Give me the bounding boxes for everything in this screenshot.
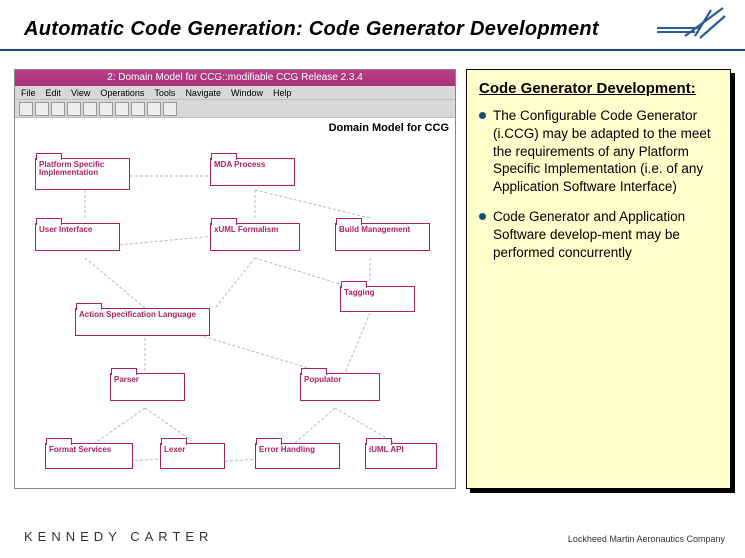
package-api[interactable]: iUML API — [365, 443, 437, 469]
slide-title: Automatic Code Generation: Code Generato… — [24, 18, 721, 41]
menu-edit[interactable]: Edit — [46, 88, 62, 98]
menu-navigate[interactable]: Navigate — [185, 88, 221, 98]
package-format[interactable]: Format Services — [45, 443, 133, 469]
menu-tools[interactable]: Tools — [154, 88, 175, 98]
bullet-item: Code Generator and Application Software … — [479, 208, 718, 261]
menu-view[interactable]: View — [71, 88, 90, 98]
footer-left: KENNEDY CARTER — [24, 529, 213, 544]
toolbar-button[interactable] — [131, 102, 145, 116]
diagram-canvas: Domain Model for CCG — [15, 118, 455, 488]
package-ui[interactable]: User Interface — [35, 223, 120, 251]
toolbar-button[interactable] — [99, 102, 113, 116]
menu-help[interactable]: Help — [273, 88, 292, 98]
toolbar-button[interactable] — [67, 102, 81, 116]
footer-right: Lockheed Martin Aeronautics Company — [568, 534, 725, 544]
package-tagging[interactable]: Tagging — [340, 286, 415, 312]
slide-footer: KENNEDY CARTER Lockheed Martin Aeronauti… — [24, 529, 725, 544]
package-parser[interactable]: Parser — [110, 373, 185, 401]
app-titlebar: 2: Domain Model for CCG::modifiable CCG … — [15, 70, 455, 86]
canvas-title: Domain Model for CCG — [329, 122, 449, 134]
menu-file[interactable]: File — [21, 88, 36, 98]
menu-operations[interactable]: Operations — [100, 88, 144, 98]
info-title: Code Generator Development: — [479, 80, 718, 97]
lockheed-star-icon — [655, 6, 727, 40]
package-psi[interactable]: Platform Specific Implementation — [35, 158, 130, 190]
modeling-tool-window: 2: Domain Model for CCG::modifiable CCG … — [14, 69, 456, 489]
toolbar-button[interactable] — [35, 102, 49, 116]
toolbar-button[interactable] — [51, 102, 65, 116]
slide-header: Automatic Code Generation: Code Generato… — [0, 0, 745, 51]
toolbar-button[interactable] — [83, 102, 97, 116]
package-asl[interactable]: Action Specification Language — [75, 308, 210, 336]
slide-content: 2: Domain Model for CCG::modifiable CCG … — [0, 51, 745, 489]
menu-window[interactable]: Window — [231, 88, 263, 98]
app-menubar: File Edit View Operations Tools Navigate… — [15, 86, 455, 100]
info-bullets: The Configurable Code Generator (i.CCG) … — [479, 107, 718, 262]
toolbar-button[interactable] — [147, 102, 161, 116]
package-error[interactable]: Error Handling — [255, 443, 340, 469]
toolbar-button[interactable] — [19, 102, 33, 116]
bullet-item: The Configurable Code Generator (i.CCG) … — [479, 107, 718, 196]
app-toolbar — [15, 100, 455, 118]
package-build[interactable]: Build Management — [335, 223, 430, 251]
info-panel: Code Generator Development: The Configur… — [466, 69, 731, 489]
toolbar-button[interactable] — [163, 102, 177, 116]
package-lexer[interactable]: Lexer — [160, 443, 225, 469]
package-mda[interactable]: MDA Process — [210, 158, 295, 186]
package-xuml[interactable]: xUML Formalism — [210, 223, 300, 251]
package-populator[interactable]: Populator — [300, 373, 380, 401]
toolbar-button[interactable] — [115, 102, 129, 116]
